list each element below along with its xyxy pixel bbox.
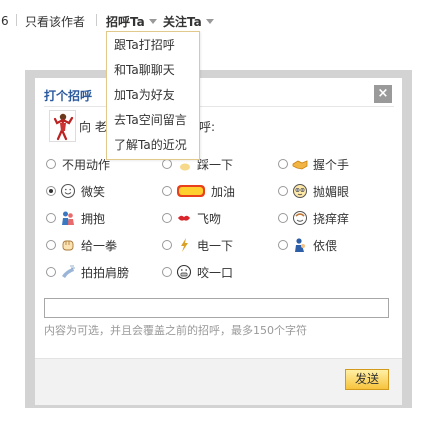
option-label: 抛媚眼 bbox=[313, 184, 350, 199]
radio-button-selected[interactable] bbox=[46, 186, 56, 196]
radio-button[interactable] bbox=[162, 240, 172, 250]
close-button[interactable]: × bbox=[374, 85, 392, 103]
floor-number-fragment: 6 bbox=[1, 14, 9, 28]
option-label: 加油 bbox=[211, 184, 236, 199]
radio-button[interactable] bbox=[162, 267, 172, 277]
follow-menu-trigger[interactable]: 关注Ta bbox=[163, 13, 214, 30]
option-tickle[interactable]: 挠痒痒 bbox=[278, 208, 349, 228]
option-bite[interactable]: 咬一口 bbox=[162, 262, 233, 282]
post-action-bar: 6 只看该作者 招呼Ta 关注Ta bbox=[0, 10, 428, 30]
option-label: 握个手 bbox=[313, 157, 350, 172]
avatar bbox=[49, 110, 76, 142]
option-label: 咬一口 bbox=[197, 265, 234, 280]
option-zap[interactable]: 电一下 bbox=[162, 235, 233, 255]
radio-button[interactable] bbox=[162, 213, 172, 223]
radio-button[interactable] bbox=[162, 186, 172, 196]
kiss-icon bbox=[176, 210, 192, 226]
chevron-down-icon bbox=[148, 19, 157, 24]
dialog-footer: 发送 bbox=[35, 358, 402, 405]
option-label: 拍拍肩膀 bbox=[81, 265, 130, 280]
tickle-icon bbox=[292, 210, 308, 226]
message-hint: 内容为可选，并且会覆盖之前的招呼，最多150个字符 bbox=[44, 324, 307, 337]
menu-item-chat[interactable]: 和Ta聊聊天 bbox=[114, 60, 175, 80]
option-wink[interactable]: 抛媚眼 bbox=[278, 181, 349, 201]
menu-item-add-friend[interactable]: 加Ta为好友 bbox=[114, 85, 175, 105]
radio-button[interactable] bbox=[278, 240, 288, 250]
dialog-title: 打个招呼 bbox=[44, 89, 93, 103]
option-cuddle[interactable]: 依偎 bbox=[278, 235, 337, 255]
radio-button[interactable] bbox=[278, 186, 288, 196]
separator bbox=[96, 14, 97, 26]
radio-button[interactable] bbox=[278, 159, 288, 169]
option-kiss[interactable]: 飞吻 bbox=[162, 208, 221, 228]
option-handshake[interactable]: 握个手 bbox=[278, 154, 349, 174]
menu-item-recent-activity[interactable]: 了解Ta的近况 bbox=[114, 135, 187, 155]
smile-icon bbox=[60, 183, 76, 199]
option-label: 不用动作 bbox=[62, 157, 111, 172]
option-label: 电一下 bbox=[197, 238, 234, 253]
pat-icon bbox=[60, 264, 76, 280]
message-input[interactable] bbox=[44, 298, 389, 318]
option-cheer[interactable]: 加油 bbox=[162, 181, 235, 201]
punch-icon bbox=[60, 237, 76, 253]
wink-icon bbox=[292, 183, 308, 199]
radio-button[interactable] bbox=[46, 159, 56, 169]
option-label: 飞吻 bbox=[197, 211, 222, 226]
option-no-action[interactable]: 不用动作 bbox=[46, 154, 110, 174]
bite-icon bbox=[176, 264, 192, 280]
hug-icon bbox=[60, 210, 76, 226]
divider bbox=[44, 106, 394, 107]
cheer-icon bbox=[176, 183, 206, 199]
greet-dropdown-menu: 跟Ta打招呼 和Ta聊聊天 加Ta为好友 去Ta空间留言 了解Ta的近况 bbox=[106, 31, 200, 160]
radio-button[interactable] bbox=[162, 159, 172, 169]
handshake-icon bbox=[292, 156, 308, 172]
option-hug[interactable]: 拥抱 bbox=[46, 208, 105, 228]
menu-item-leave-message[interactable]: 去Ta空间留言 bbox=[114, 110, 187, 130]
option-pat-shoulder[interactable]: 拍拍肩膀 bbox=[46, 262, 129, 282]
cuddle-icon bbox=[292, 237, 308, 253]
radio-button[interactable] bbox=[46, 267, 56, 277]
option-label: 依偎 bbox=[313, 238, 338, 253]
greet-menu-label: 招呼Ta bbox=[106, 15, 145, 29]
send-button[interactable]: 发送 bbox=[345, 369, 389, 390]
radio-button[interactable] bbox=[278, 213, 288, 223]
option-smile[interactable]: 微笑 bbox=[46, 181, 105, 201]
radio-button[interactable] bbox=[46, 240, 56, 250]
option-label: 给一拳 bbox=[81, 238, 118, 253]
greeting-dialog: 打个招呼 × 向 老 呼: 不用动作 踩一下 握个手 微笑 加油 抛媚眼 拥抱 … bbox=[35, 78, 402, 405]
greeting-suffix: 呼: bbox=[199, 120, 216, 134]
chevron-down-icon bbox=[205, 19, 214, 24]
greet-menu-trigger[interactable]: 招呼Ta bbox=[106, 13, 157, 30]
follow-label: 关注Ta bbox=[163, 15, 202, 29]
option-label: 微笑 bbox=[81, 184, 106, 199]
option-punch[interactable]: 给一拳 bbox=[46, 235, 117, 255]
zap-icon bbox=[176, 237, 192, 253]
only-author-link[interactable]: 只看该作者 bbox=[25, 13, 85, 30]
option-label: 踩一下 bbox=[197, 157, 234, 172]
separator bbox=[16, 14, 17, 26]
greeting-prefix: 向 老 bbox=[79, 120, 107, 134]
radio-button[interactable] bbox=[46, 213, 56, 223]
option-label: 拥抱 bbox=[81, 211, 106, 226]
menu-item-say-hello[interactable]: 跟Ta打招呼 bbox=[114, 35, 175, 55]
option-label: 挠痒痒 bbox=[313, 211, 350, 226]
